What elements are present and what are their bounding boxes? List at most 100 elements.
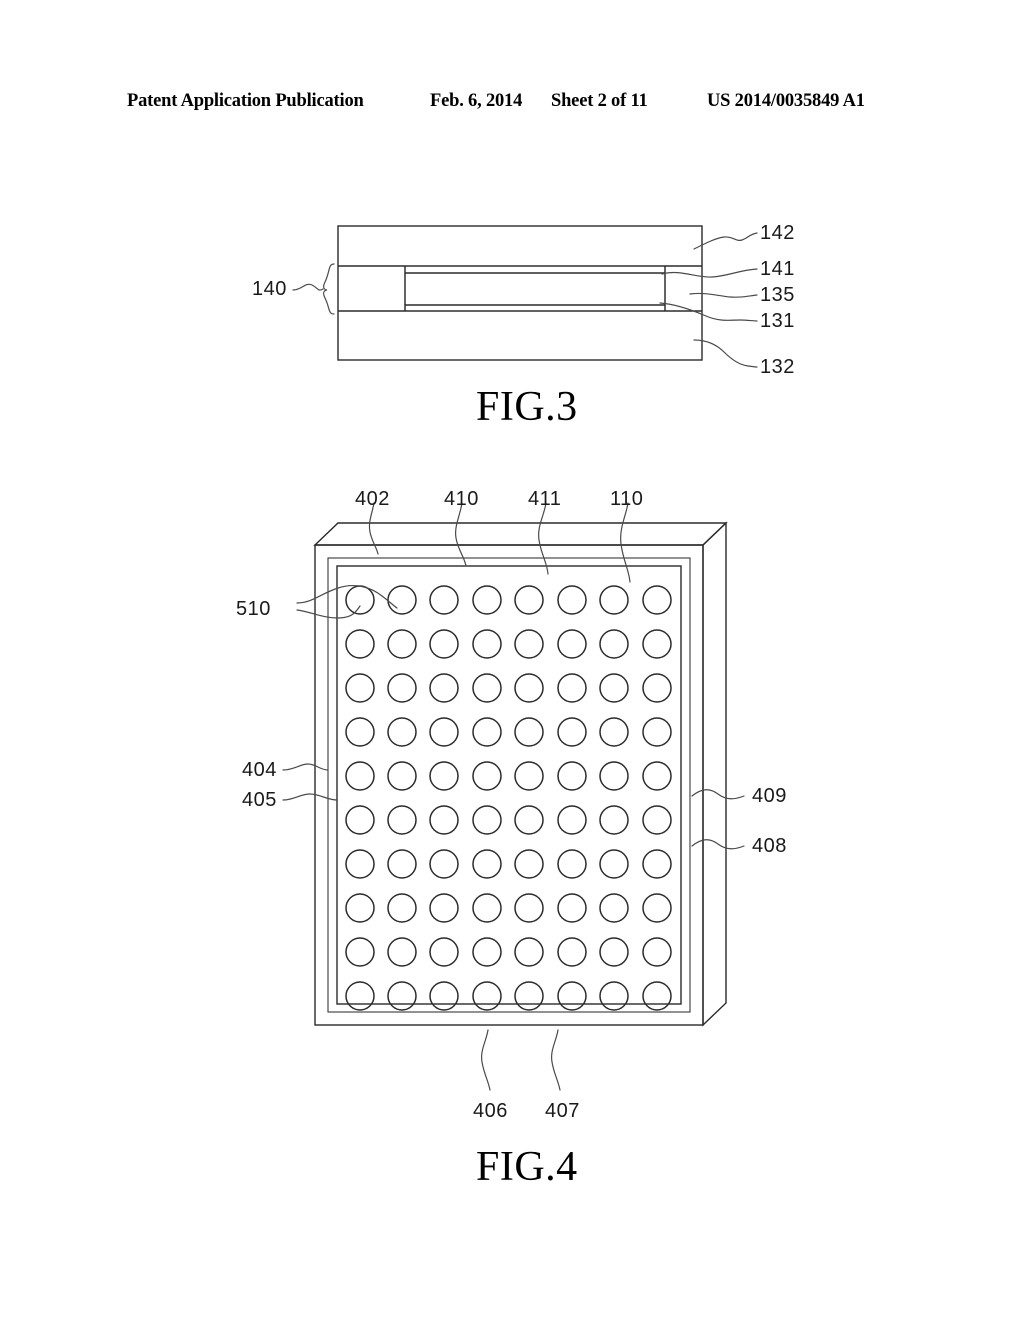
fig4-hole xyxy=(387,981,417,1011)
fig4-ref-407: 407 xyxy=(545,1100,580,1122)
fig4-hole xyxy=(557,717,587,747)
fig4-ref-404: 404 xyxy=(242,759,277,781)
fig4-hole xyxy=(472,673,502,703)
fig4-hole xyxy=(387,937,417,967)
fig4-hole xyxy=(472,893,502,923)
fig4-hole xyxy=(387,761,417,791)
fig3-ref-132: 132 xyxy=(760,356,795,378)
fig4-hole xyxy=(472,761,502,791)
fig4-leader-407 xyxy=(551,1029,561,1091)
fig4-ref-410: 410 xyxy=(444,488,479,510)
fig4-hole xyxy=(429,981,459,1011)
fig3-ref-140: 140 xyxy=(252,278,287,300)
fig4-hole xyxy=(557,761,587,791)
fig4-leader-410 xyxy=(455,502,467,567)
fig4-hole xyxy=(345,981,375,1011)
fig4-hole xyxy=(429,761,459,791)
fig4-hole xyxy=(642,981,672,1011)
fig4-hole xyxy=(599,717,629,747)
fig4-ref-406: 406 xyxy=(473,1100,508,1122)
fig4-top-bevel xyxy=(313,522,728,546)
fig4-hole xyxy=(642,629,672,659)
fig4-hole xyxy=(345,585,375,615)
fig4-hole xyxy=(387,673,417,703)
fig4-hole xyxy=(345,761,375,791)
fig4-hole xyxy=(557,849,587,879)
fig4-hole xyxy=(472,629,502,659)
fig4-hole xyxy=(599,893,629,923)
fig4-hole xyxy=(557,805,587,835)
fig4-hole xyxy=(345,717,375,747)
fig4-leader-409 xyxy=(691,789,745,800)
figure-4-drawing xyxy=(282,502,745,1091)
fig4-ref-510: 510 xyxy=(236,598,271,620)
fig4-hole xyxy=(557,585,587,615)
fig4-hole xyxy=(429,673,459,703)
fig4-hole xyxy=(642,849,672,879)
fig4-leader-411 xyxy=(538,502,549,575)
fig3-outer-body xyxy=(337,225,703,361)
fig4-hole xyxy=(599,849,629,879)
fig4-hole xyxy=(345,849,375,879)
fig4-hole xyxy=(557,893,587,923)
fig4-hole xyxy=(387,717,417,747)
fig4-hole xyxy=(642,805,672,835)
fig4-hole xyxy=(514,849,544,879)
fig4-hole xyxy=(472,585,502,615)
fig4-leader-404 xyxy=(282,763,329,771)
fig4-hole xyxy=(642,937,672,967)
fig4-hole xyxy=(642,893,672,923)
fig4-leader-406 xyxy=(481,1029,491,1091)
fig4-ref-411: 411 xyxy=(528,488,562,510)
fig4-leader-110 xyxy=(620,502,631,583)
fig4-hole xyxy=(387,805,417,835)
fig4-hole xyxy=(514,629,544,659)
fig4-hole xyxy=(472,937,502,967)
fig4-hole xyxy=(642,585,672,615)
fig3-leader-140 xyxy=(292,283,324,291)
fig4-hole xyxy=(599,937,629,967)
fig3-ref-141: 141 xyxy=(760,258,795,280)
figure-3-drawing xyxy=(292,225,758,368)
fig4-hole xyxy=(599,585,629,615)
fig3-bracket-140 xyxy=(323,263,335,315)
fig4-hole xyxy=(642,673,672,703)
fig4-hole xyxy=(387,629,417,659)
fig4-inner-frame-inner xyxy=(336,565,682,1005)
fig4-hole xyxy=(345,893,375,923)
fig4-hole xyxy=(387,849,417,879)
fig4-hole xyxy=(514,673,544,703)
fig3-leader-131 xyxy=(659,302,758,322)
fig3-leader-142 xyxy=(693,232,758,250)
fig4-hole xyxy=(642,761,672,791)
fig4-hole xyxy=(472,849,502,879)
fig4-hole xyxy=(429,585,459,615)
fig4-hole xyxy=(557,629,587,659)
fig4-hole xyxy=(429,937,459,967)
fig3-leader-135 xyxy=(689,292,758,298)
fig4-hole xyxy=(345,673,375,703)
fig3-leader-141 xyxy=(661,268,758,278)
fig4-hole xyxy=(345,937,375,967)
fig3-leader-132 xyxy=(693,339,758,368)
fig4-hole xyxy=(345,629,375,659)
fig4-hole xyxy=(599,805,629,835)
fig4-ref-110: 110 xyxy=(610,488,644,510)
fig4-hole xyxy=(642,717,672,747)
fig4-hole xyxy=(429,805,459,835)
fig4-hole xyxy=(514,805,544,835)
fig4-ref-402: 402 xyxy=(355,488,390,510)
fig4-ref-409: 409 xyxy=(752,785,787,807)
fig4-hole xyxy=(472,805,502,835)
fig4-hole xyxy=(514,893,544,923)
fig4-hole xyxy=(557,937,587,967)
fig4-hole xyxy=(429,849,459,879)
fig4-hole xyxy=(514,717,544,747)
fig4-front-face xyxy=(314,544,704,1026)
fig3-ref-135: 135 xyxy=(760,284,795,306)
fig4-hole xyxy=(599,761,629,791)
fig3-ref-142: 142 xyxy=(760,222,795,244)
fig4-hole xyxy=(514,937,544,967)
fig4-hole xyxy=(557,981,587,1011)
fig4-hole xyxy=(599,981,629,1011)
